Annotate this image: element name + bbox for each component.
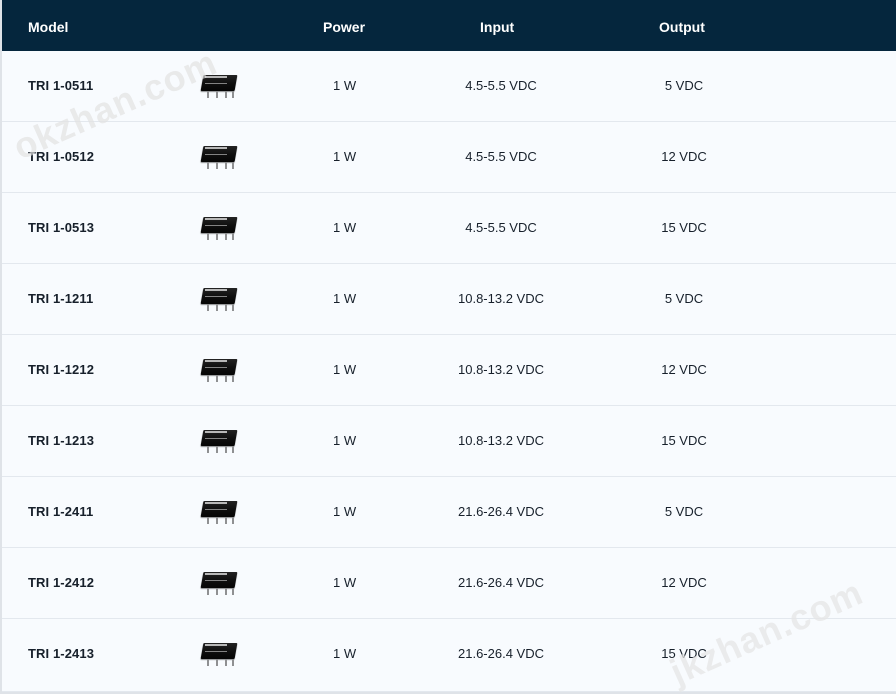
model-name[interactable]: TRI 1-0511 [28, 78, 93, 94]
traco-power-converter-icon[interactable] [198, 426, 239, 456]
input-value: 21.6-26.4 VDC [458, 575, 544, 590]
traco-power-converter-icon[interactable] [198, 568, 239, 598]
traco-power-converter-icon[interactable] [198, 639, 239, 669]
power-value: 1 W [333, 220, 357, 235]
output-value: 12 VDC [661, 149, 707, 164]
power-value: 1 W [333, 291, 357, 306]
model-name[interactable]: TRI 1-2412 [28, 575, 94, 591]
input-value: 21.6-26.4 VDC [458, 646, 544, 661]
table-row[interactable]: TRI 1-2413 1 W 21.6-26.4 VDC 15 VDC [2, 619, 896, 692]
traco-power-converter-icon[interactable] [198, 213, 239, 243]
power-value: 1 W [333, 433, 357, 448]
table-row[interactable]: TRI 1-2412 1 W 21.6-26.4 VDC 12 VDC [2, 548, 896, 619]
input-value: 21.6-26.4 VDC [458, 504, 544, 519]
table-row[interactable]: TRI 1-0511 1 W 4.5-5.5 VDC 5 VDC [2, 51, 896, 122]
traco-power-converter-icon[interactable] [198, 497, 239, 527]
power-value: 1 W [333, 575, 357, 590]
output-value: 5 VDC [664, 504, 704, 519]
output-value: 12 VDC [661, 362, 707, 377]
output-value: 15 VDC [661, 433, 707, 448]
model-name[interactable]: TRI 1-2411 [28, 504, 93, 520]
input-value: 10.8-13.2 VDC [458, 291, 544, 306]
table-row[interactable]: TRI 1-2411 1 W 21.6-26.4 VDC 5 VDC [2, 477, 896, 548]
model-name[interactable]: TRI 1-1212 [28, 362, 94, 378]
traco-power-converter-icon[interactable] [198, 142, 239, 172]
model-name[interactable]: TRI 1-0513 [28, 220, 94, 236]
output-value: 5 VDC [664, 291, 704, 306]
input-value: 4.5-5.5 VDC [465, 78, 537, 93]
traco-power-converter-icon[interactable] [198, 355, 239, 385]
input-value: 10.8-13.2 VDC [458, 362, 544, 377]
power-value: 1 W [333, 78, 357, 93]
input-value: 4.5-5.5 VDC [465, 149, 537, 164]
table-row[interactable]: TRI 1-1212 1 W 10.8-13.2 VDC 12 VDC [2, 335, 896, 406]
traco-power-converter-icon[interactable] [198, 284, 239, 314]
table-row[interactable]: TRI 1-1211 1 W 10.8-13.2 VDC 5 VDC [2, 264, 896, 335]
table-header: Model Power Input Output [2, 0, 896, 51]
model-name[interactable]: TRI 1-0512 [28, 149, 94, 165]
output-value: 5 VDC [664, 78, 704, 93]
model-name[interactable]: TRI 1-2413 [28, 646, 94, 662]
header-input: Input [480, 19, 515, 35]
output-value: 15 VDC [661, 220, 707, 235]
power-value: 1 W [333, 362, 357, 377]
power-value: 1 W [333, 149, 357, 164]
traco-power-converter-icon[interactable] [198, 71, 239, 101]
model-name[interactable]: TRI 1-1211 [28, 291, 93, 307]
model-name[interactable]: TRI 1-1213 [28, 433, 94, 449]
output-value: 15 VDC [661, 646, 707, 661]
header-output: Output [659, 19, 705, 35]
power-value: 1 W [333, 504, 357, 519]
table-row[interactable]: TRI 1-1213 1 W 10.8-13.2 VDC 15 VDC [2, 406, 896, 477]
header-model: Model [28, 19, 69, 35]
header-power: Power [323, 19, 366, 35]
output-value: 12 VDC [661, 575, 707, 590]
table-row[interactable]: TRI 1-0513 1 W 4.5-5.5 VDC 15 VDC [2, 193, 896, 264]
table-row[interactable]: TRI 1-0512 1 W 4.5-5.5 VDC 12 VDC [2, 122, 896, 193]
power-value: 1 W [333, 646, 357, 661]
input-value: 10.8-13.2 VDC [458, 433, 544, 448]
input-value: 4.5-5.5 VDC [465, 220, 537, 235]
product-table: Model Power Input Output TRI 1-0511 1 W … [2, 0, 896, 692]
